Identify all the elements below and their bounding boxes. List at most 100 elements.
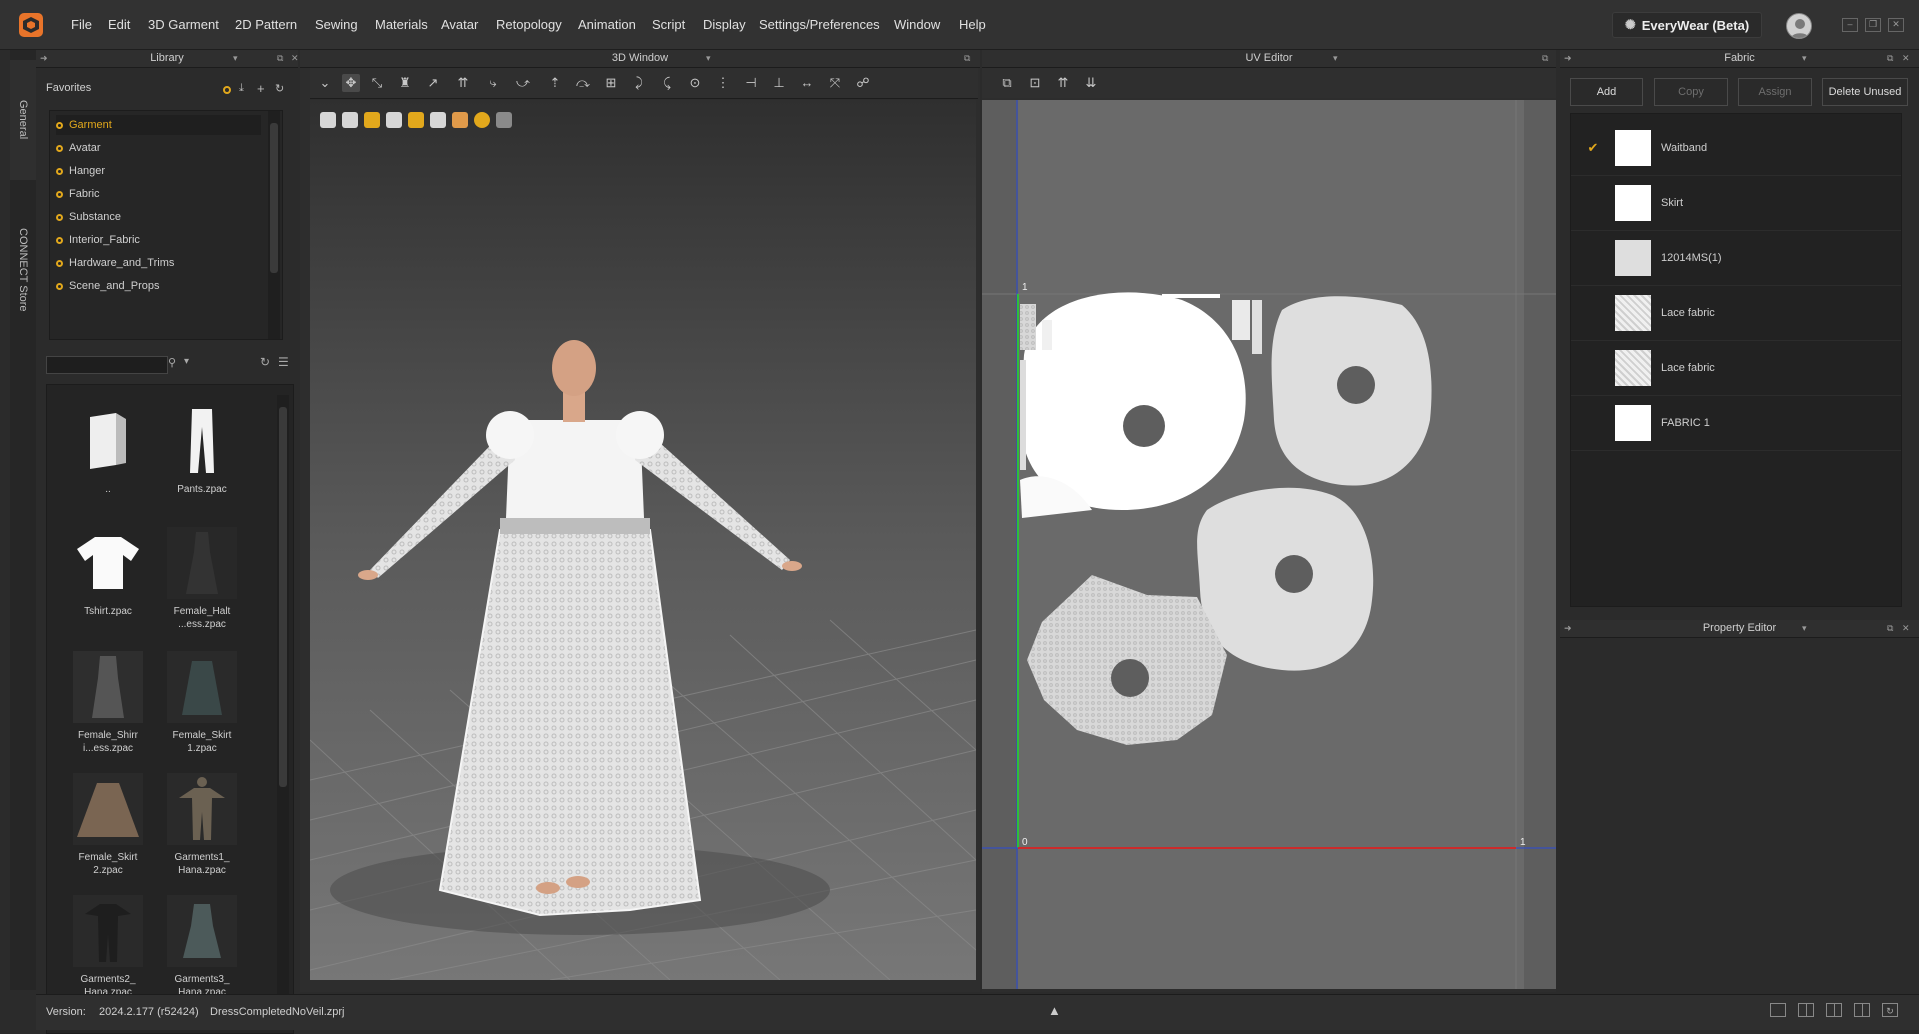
point-icon[interactable]: ⊙: [686, 74, 704, 92]
select-icon[interactable]: ⌄: [316, 74, 334, 92]
uv-pack-icon[interactable]: ⇊: [1082, 74, 1100, 92]
favorite-item-substance[interactable]: Substance: [56, 207, 261, 227]
menu-window[interactable]: Window: [894, 17, 940, 32]
select-mesh-icon[interactable]: ⤡: [368, 74, 386, 92]
dropdown-icon[interactable]: ▾: [706, 50, 711, 67]
library-file-female-skirt-1[interactable]: Female_Skirt 1.zpac: [157, 651, 247, 769]
library-file-female-shirring-dress[interactable]: Female_Shirr i...ess.zpac: [63, 651, 153, 769]
fabric-item-lace-fabric[interactable]: Lace fabric: [1571, 285, 1901, 341]
undock-icon[interactable]: ⧉: [1887, 620, 1893, 637]
layout-reset-icon[interactable]: ↻: [1882, 1003, 1898, 1017]
trim-icon[interactable]: ⊣: [742, 74, 760, 92]
uv-canvas[interactable]: 1 0 1: [982, 100, 1556, 989]
layout-quad-icon[interactable]: [1854, 1003, 1870, 1017]
refresh-list-icon[interactable]: ↻: [260, 355, 270, 369]
dropdown-icon[interactable]: ▾: [1333, 50, 1338, 67]
library-file-female-halter-dress[interactable]: Female_Halt ...ess.zpac: [157, 527, 247, 645]
shading-display-icon[interactable]: [430, 112, 446, 128]
menu-sewing[interactable]: Sewing: [315, 17, 358, 32]
fabric-item-lace-fabric-2[interactable]: Lace fabric: [1571, 340, 1901, 396]
move-icon[interactable]: ✥: [342, 74, 360, 92]
fold-arrangement-icon[interactable]: ⇈: [454, 74, 472, 92]
expand-icon[interactable]: ↔: [798, 74, 816, 92]
refresh-icon[interactable]: ↻: [275, 82, 284, 95]
environment-globe-icon[interactable]: [474, 112, 490, 128]
favorite-item-hanger[interactable]: Hanger: [56, 161, 261, 181]
search-icon[interactable]: ⚲: [168, 356, 176, 369]
menu-script[interactable]: Script: [652, 17, 685, 32]
panel-pin-icon[interactable]: ➜: [1564, 50, 1572, 67]
download-icon[interactable]: ⤓: [239, 82, 244, 95]
library-file-female-skirt-2[interactable]: Female_Skirt 2.zpac: [63, 773, 153, 891]
restore-icon[interactable]: ❐: [1865, 18, 1881, 32]
layout-triple-icon[interactable]: [1826, 1003, 1842, 1017]
measure-icon[interactable]: ⤹: [658, 74, 676, 92]
undock-icon[interactable]: ⧉: [1887, 50, 1893, 67]
list-view-icon[interactable]: ☰: [278, 355, 289, 369]
menu-animation[interactable]: Animation: [578, 17, 636, 32]
favorites-scrollbar[interactable]: [268, 111, 280, 339]
arrow-tool-icon[interactable]: ⤻: [514, 74, 532, 92]
library-file-garments1-hana[interactable]: Garments1_ Hana.zpac: [157, 773, 247, 891]
user-avatar-icon[interactable]: [1786, 13, 1812, 39]
expand-up-icon[interactable]: ▲: [1048, 1003, 1061, 1018]
up-arrow-icon[interactable]: ⇡: [546, 74, 564, 92]
fold-icon[interactable]: ⤷: [484, 74, 502, 92]
favorite-item-avatar[interactable]: Avatar: [56, 138, 261, 158]
library-file-pants[interactable]: Pants.zpac: [157, 405, 247, 523]
favorite-item-hardware-and-trims[interactable]: Hardware_and_Trims: [56, 253, 261, 273]
zipper-icon[interactable]: ⋮: [714, 74, 732, 92]
everywear-button[interactable]: ✺ EveryWear (Beta): [1612, 12, 1762, 38]
menu-3d-garment[interactable]: 3D Garment: [148, 17, 219, 32]
fabric-copy-button[interactable]: Copy: [1654, 78, 1728, 106]
fabric-item-skirt[interactable]: Skirt: [1571, 175, 1901, 231]
favorite-item-garment[interactable]: Garment: [56, 115, 261, 135]
file-grid-scrollbar[interactable]: [277, 395, 289, 1023]
close-panel-icon[interactable]: ✕: [1902, 50, 1910, 67]
menu-file[interactable]: File: [71, 17, 92, 32]
dropdown-icon[interactable]: ▾: [1802, 620, 1807, 637]
segment-icon[interactable]: ⤸: [630, 74, 648, 92]
button-icon[interactable]: ⊥: [770, 74, 788, 92]
undock-icon[interactable]: ⧉: [277, 50, 283, 67]
texture-display-icon[interactable]: [408, 112, 424, 128]
fabric-delete-unused-button[interactable]: Delete Unused: [1822, 78, 1908, 106]
export-icon[interactable]: [496, 112, 512, 128]
3d-viewport[interactable]: [310, 100, 976, 980]
avatar-display-icon[interactable]: [320, 112, 336, 128]
panel-pin-icon[interactable]: ➜: [1564, 620, 1572, 637]
library-search-input[interactable]: [46, 356, 168, 374]
fabric-item-waitband[interactable]: ✔ Waitband: [1571, 120, 1901, 176]
menu-display[interactable]: Display: [703, 17, 746, 32]
fabric-item-fabric-1[interactable]: FABRIC 1: [1571, 395, 1901, 451]
favorite-item-scene-and-props[interactable]: Scene_and_Props: [56, 276, 261, 296]
minimize-icon[interactable]: –: [1842, 18, 1858, 32]
menu-edit[interactable]: Edit: [108, 17, 130, 32]
undock-icon[interactable]: ⧉: [1542, 50, 1548, 67]
avatar-pose-icon[interactable]: ☍: [854, 74, 872, 92]
menu-avatar[interactable]: Avatar: [441, 17, 478, 32]
library-file-parent[interactable]: ..: [63, 405, 153, 523]
layout-split-icon[interactable]: [1798, 1003, 1814, 1017]
search-dropdown-icon[interactable]: ▾: [184, 356, 189, 367]
side-tab-connect-store[interactable]: CONNECT Store: [10, 190, 36, 350]
menu-settings-preferences[interactable]: Settings/Preferences: [759, 17, 880, 32]
uv-transform-icon[interactable]: ⊡: [1026, 74, 1044, 92]
garment-display-icon[interactable]: [342, 112, 358, 128]
side-tab-general[interactable]: General: [10, 60, 36, 180]
grid-icon[interactable]: ⊞: [602, 74, 620, 92]
skeleton-display-icon[interactable]: [386, 112, 402, 128]
library-file-tshirt[interactable]: Tshirt.zpac: [63, 527, 153, 645]
favorite-dot-icon[interactable]: [223, 86, 231, 94]
app-logo-icon[interactable]: [18, 12, 44, 38]
menu-retopology[interactable]: Retopology: [496, 17, 562, 32]
undock-icon[interactable]: ⧉: [964, 50, 970, 67]
menu-help[interactable]: Help: [959, 17, 986, 32]
fabric-item-12014ms[interactable]: 12014MS(1): [1571, 230, 1901, 286]
garment-tool-icon[interactable]: ♜: [396, 74, 414, 92]
favorite-item-interior-fabric[interactable]: Interior_Fabric: [56, 230, 261, 250]
ruler-icon[interactable]: ⤧: [826, 74, 844, 92]
pin-display-icon[interactable]: [364, 112, 380, 128]
dropdown-icon[interactable]: ▾: [233, 50, 238, 67]
avatar-face-icon[interactable]: [452, 112, 468, 128]
